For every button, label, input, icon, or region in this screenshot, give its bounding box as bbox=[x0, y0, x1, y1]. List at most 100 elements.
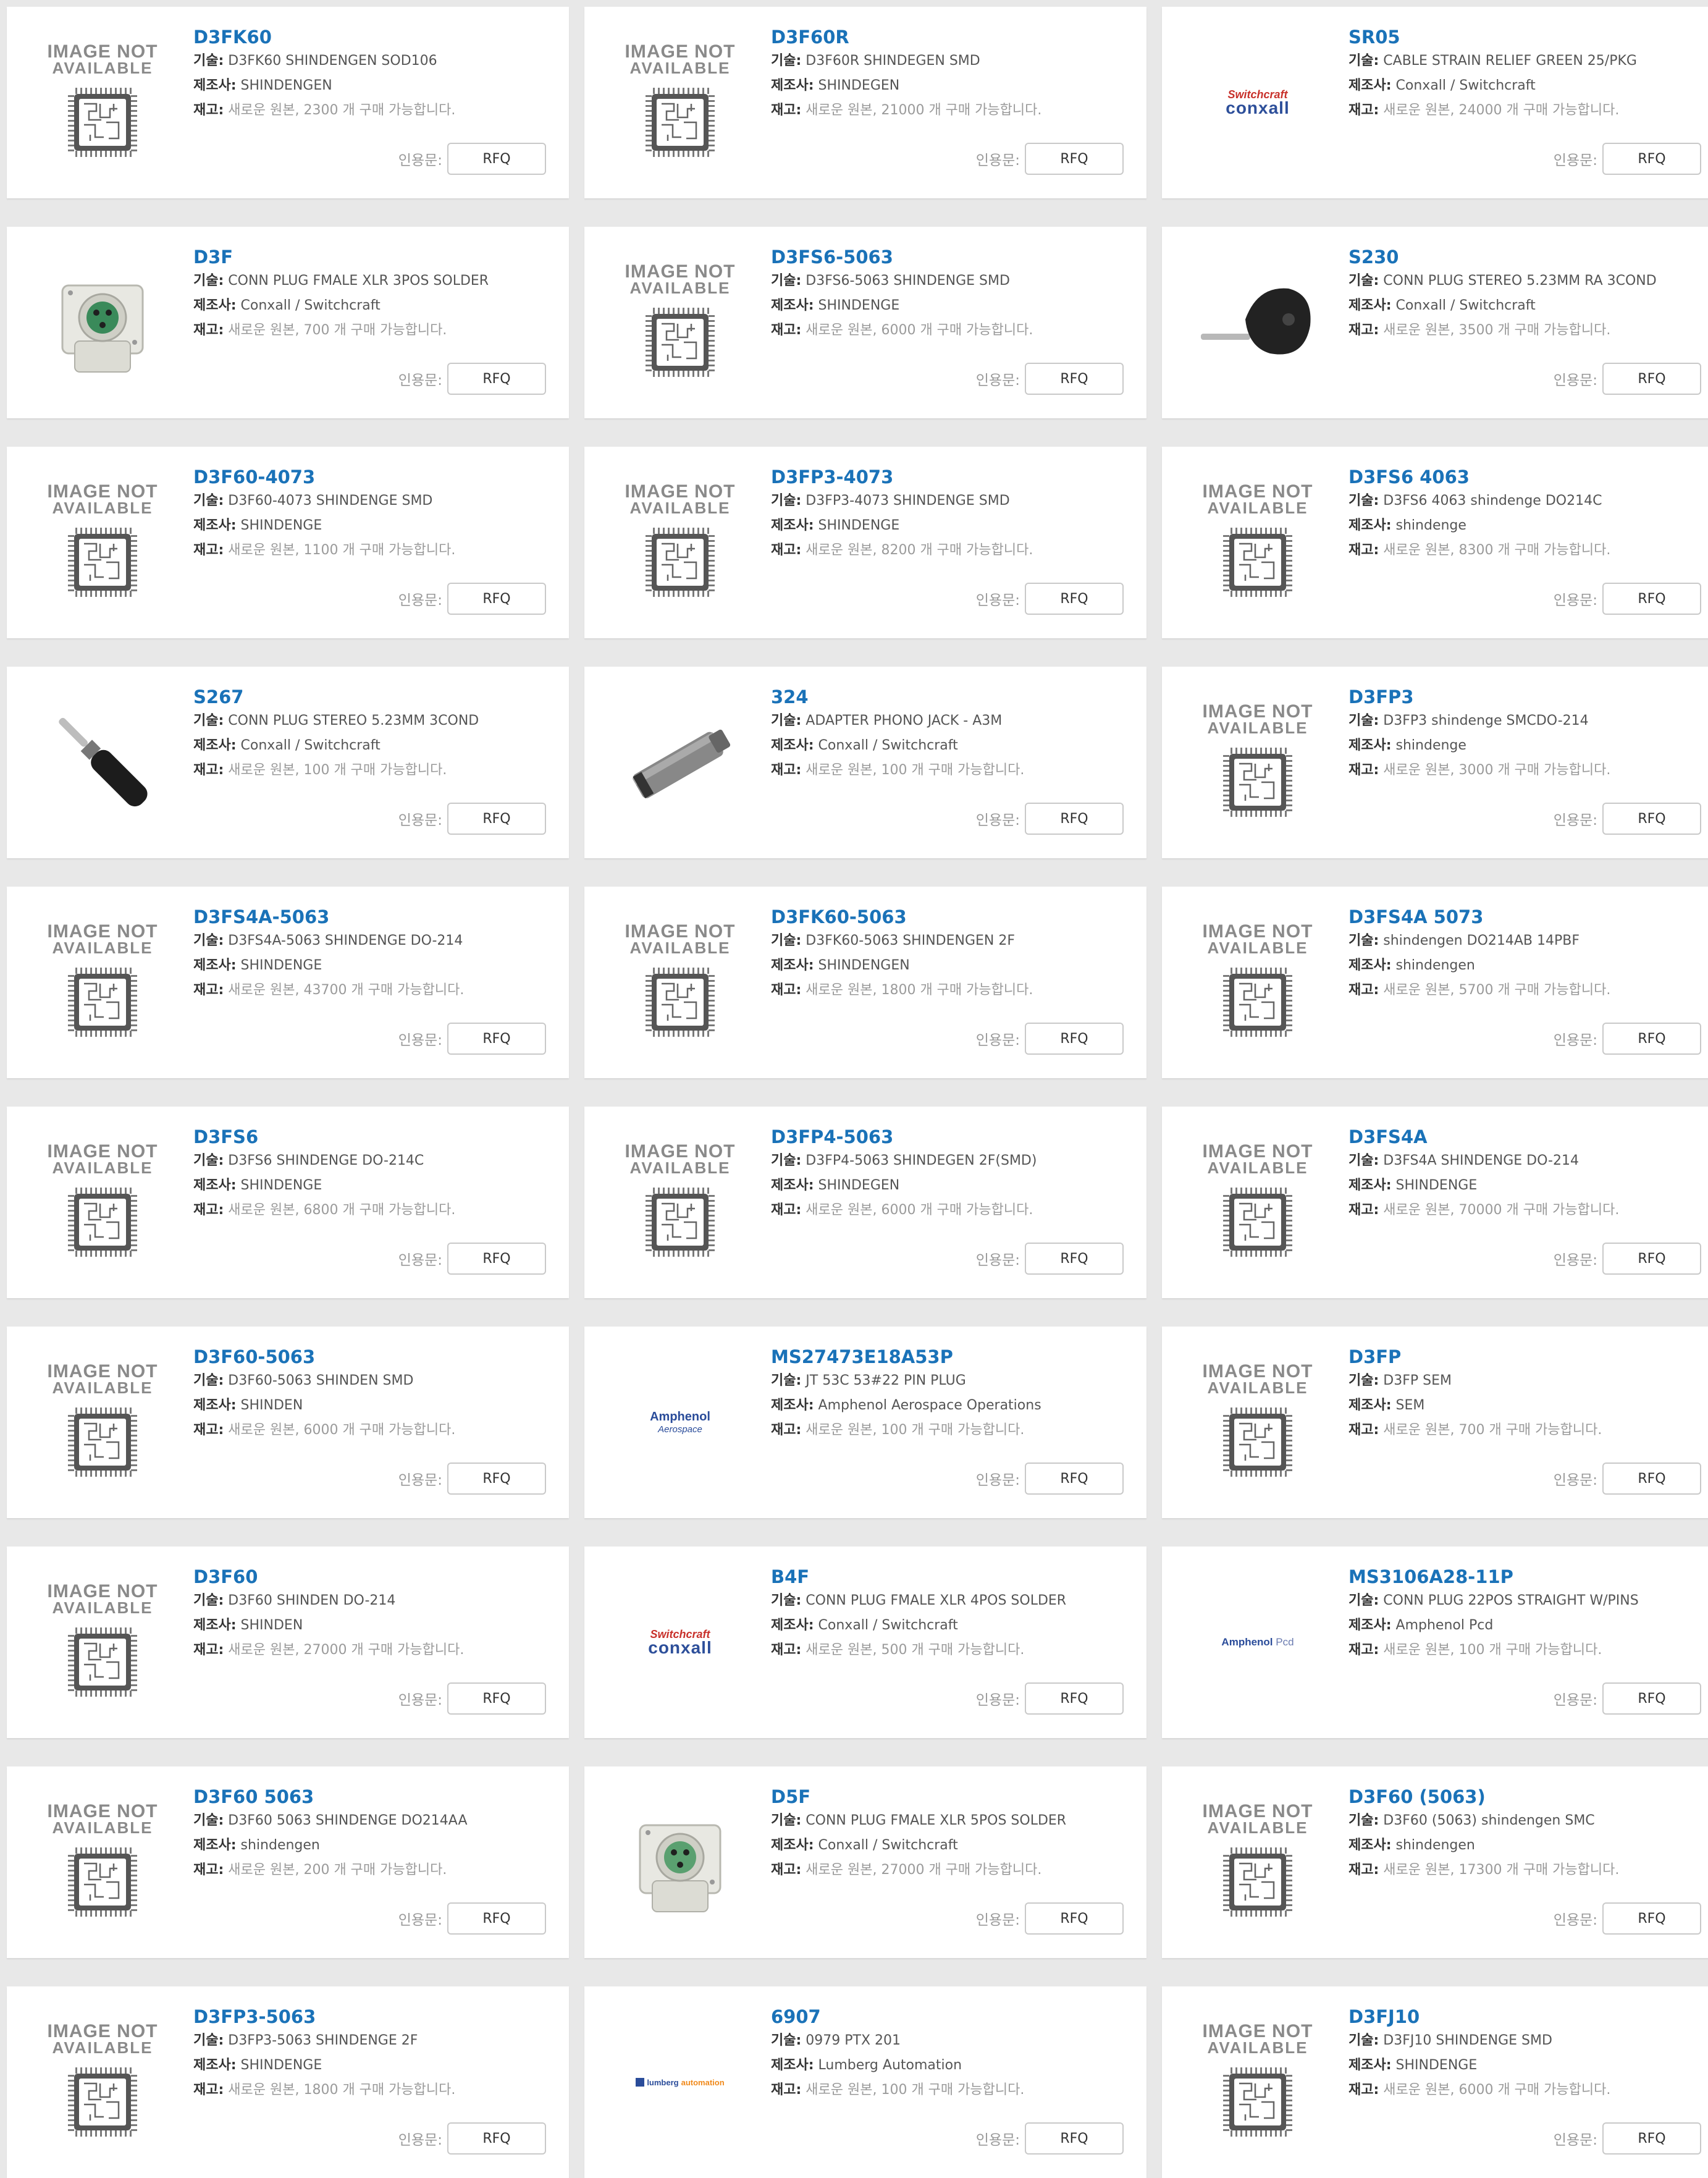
image-not-available[interactable]: IMAGE NOT AVAILABLE bbox=[32, 32, 174, 174]
product-name-link[interactable]: D3F60 (5063) bbox=[1348, 1785, 1706, 1809]
product-image[interactable] bbox=[609, 1791, 751, 1933]
description-value: D3FP3-4073 SHINDENGE SMD bbox=[806, 493, 1010, 509]
image-not-available[interactable]: IMAGE NOT AVAILABLE bbox=[1187, 1131, 1329, 1273]
product-name-link[interactable]: D3F60-5063 bbox=[193, 1345, 550, 1369]
product-name-link[interactable]: SR05 bbox=[1348, 25, 1706, 49]
rfq-button[interactable]: RFQ bbox=[447, 363, 546, 395]
product-name-link[interactable]: 6907 bbox=[771, 2005, 1128, 2028]
image-not-available[interactable]: IMAGE NOT AVAILABLE bbox=[1187, 471, 1329, 614]
product-info: MS3106A28-11P 기술: CONN PLUG 22POS STRAIG… bbox=[1348, 1565, 1706, 1663]
image-not-available[interactable]: IMAGE NOT AVAILABLE bbox=[609, 1131, 751, 1273]
product-name-link[interactable]: S267 bbox=[193, 685, 550, 709]
rfq-button[interactable]: RFQ bbox=[447, 583, 546, 615]
rfq-button[interactable]: RFQ bbox=[1602, 1023, 1701, 1055]
product-image[interactable] bbox=[32, 251, 174, 394]
quote-label: 인용문: bbox=[1553, 813, 1597, 829]
rfq-button[interactable]: RFQ bbox=[1602, 803, 1701, 835]
rfq-button[interactable]: RFQ bbox=[447, 2122, 546, 2155]
image-not-available-placeholder: IMAGE NOT AVAILABLE bbox=[41, 1142, 164, 1262]
stock-value: 새로운 원본, 17300 개 구매 가능합니다. bbox=[1383, 1862, 1620, 1878]
image-not-available[interactable]: IMAGE NOT AVAILABLE bbox=[1187, 1791, 1329, 1933]
manufacturer-value: Conxall / Switchcraft bbox=[1395, 298, 1536, 313]
image-not-available[interactable]: IMAGE NOT AVAILABLE bbox=[609, 471, 751, 614]
product-name-link[interactable]: D3FS4A-5063 bbox=[193, 905, 550, 929]
product-name-link[interactable]: 324 bbox=[771, 685, 1128, 709]
product-name-link[interactable]: D3FP4-5063 bbox=[771, 1125, 1128, 1149]
product-image[interactable]: lumberg automation bbox=[609, 2011, 751, 2153]
product-name-link[interactable]: D3FS4A 5073 bbox=[1348, 905, 1706, 929]
image-not-available[interactable]: IMAGE NOT AVAILABLE bbox=[1187, 691, 1329, 834]
rfq-button[interactable]: RFQ bbox=[1602, 1463, 1701, 1495]
product-name-link[interactable]: D3FP3-5063 bbox=[193, 2005, 550, 2028]
product-name-link[interactable]: D3FP3-4073 bbox=[771, 465, 1128, 489]
image-not-available[interactable]: IMAGE NOT AVAILABLE bbox=[32, 1571, 174, 1713]
image-not-available[interactable]: IMAGE NOT AVAILABLE bbox=[32, 471, 174, 614]
image-not-available[interactable]: IMAGE NOT AVAILABLE bbox=[32, 1351, 174, 1493]
rfq-button[interactable]: RFQ bbox=[1602, 363, 1701, 395]
product-name-link[interactable]: MS3106A28-11P bbox=[1348, 1565, 1706, 1589]
product-name-link[interactable]: B4F bbox=[771, 1565, 1128, 1589]
product-name-link[interactable]: D3FJ10 bbox=[1348, 2005, 1706, 2028]
product-name-link[interactable]: D3F60 bbox=[193, 1565, 550, 1589]
product-image[interactable] bbox=[1187, 251, 1329, 394]
rfq-button[interactable]: RFQ bbox=[447, 1463, 546, 1495]
product-image[interactable]: Switchcraft conxall bbox=[1187, 32, 1329, 174]
image-not-available[interactable]: IMAGE NOT AVAILABLE bbox=[32, 1791, 174, 1933]
product-name-link[interactable]: D3F60 5063 bbox=[193, 1785, 550, 1809]
product-image[interactable]: Amphenol Pcd bbox=[1187, 1571, 1329, 1713]
product-name-link[interactable]: D5F bbox=[771, 1785, 1128, 1809]
rfq-button[interactable]: RFQ bbox=[1025, 583, 1124, 615]
product-name-link[interactable]: D3F60R bbox=[771, 25, 1128, 49]
image-not-available[interactable]: IMAGE NOT AVAILABLE bbox=[1187, 2011, 1329, 2153]
na-line2: AVAILABLE bbox=[1207, 499, 1308, 517]
rfq-button[interactable]: RFQ bbox=[1025, 1023, 1124, 1055]
rfq-button[interactable]: RFQ bbox=[1025, 2122, 1124, 2155]
product-name-link[interactable]: D3F60-4073 bbox=[193, 465, 550, 489]
rfq-button[interactable]: RFQ bbox=[1602, 583, 1701, 615]
product-image[interactable] bbox=[609, 691, 751, 834]
rfq-button[interactable]: RFQ bbox=[1602, 1243, 1701, 1275]
image-not-available[interactable]: IMAGE NOT AVAILABLE bbox=[609, 251, 751, 394]
rfq-button[interactable]: RFQ bbox=[1025, 1682, 1124, 1715]
rfq-button[interactable]: RFQ bbox=[1025, 1463, 1124, 1495]
description-label: 기술: bbox=[193, 1373, 224, 1388]
product-image[interactable]: Switchcraft conxall bbox=[609, 1571, 751, 1713]
product-name-link[interactable]: D3F bbox=[193, 245, 550, 269]
image-not-available[interactable]: IMAGE NOT AVAILABLE bbox=[32, 911, 174, 1053]
rfq-button[interactable]: RFQ bbox=[1602, 1682, 1701, 1715]
product-image[interactable]: Amphenol Aerospace bbox=[609, 1351, 751, 1493]
rfq-button[interactable]: RFQ bbox=[447, 143, 546, 175]
product-name-link[interactable]: MS27473E18A53P bbox=[771, 1345, 1128, 1369]
rfq-button[interactable]: RFQ bbox=[447, 1682, 546, 1715]
rfq-button[interactable]: RFQ bbox=[447, 1243, 546, 1275]
product-card: IMAGE NOT AVAILABLE D3FP 기술: D3FP SEM 제조… bbox=[1162, 1327, 1708, 1518]
image-not-available[interactable]: IMAGE NOT AVAILABLE bbox=[32, 1131, 174, 1273]
product-name-link[interactable]: D3FK60 bbox=[193, 25, 550, 49]
rfq-button[interactable]: RFQ bbox=[447, 803, 546, 835]
product-name-link[interactable]: D3FP bbox=[1348, 1345, 1706, 1369]
rfq-button[interactable]: RFQ bbox=[1025, 1902, 1124, 1935]
product-name-link[interactable]: S230 bbox=[1348, 245, 1706, 269]
image-not-available[interactable]: IMAGE NOT AVAILABLE bbox=[32, 2011, 174, 2153]
product-stock: 재고: 새로운 원본, 1100 개 구매 가능합니다. bbox=[193, 538, 550, 563]
rfq-button[interactable]: RFQ bbox=[447, 1902, 546, 1935]
product-name-link[interactable]: D3FS6 bbox=[193, 1125, 550, 1149]
rfq-button[interactable]: RFQ bbox=[1602, 2122, 1701, 2155]
rfq-button[interactable]: RFQ bbox=[1602, 143, 1701, 175]
product-name-link[interactable]: D3FS6 4063 bbox=[1348, 465, 1706, 489]
rfq-button[interactable]: RFQ bbox=[1602, 1902, 1701, 1935]
product-image[interactable] bbox=[32, 691, 174, 834]
image-not-available[interactable]: IMAGE NOT AVAILABLE bbox=[1187, 1351, 1329, 1493]
rfq-button[interactable]: RFQ bbox=[1025, 1243, 1124, 1275]
rfq-button[interactable]: RFQ bbox=[447, 1023, 546, 1055]
rfq-button[interactable]: RFQ bbox=[1025, 803, 1124, 835]
product-name-link[interactable]: D3FK60-5063 bbox=[771, 905, 1128, 929]
product-name-link[interactable]: D3FS6-5063 bbox=[771, 245, 1128, 269]
image-not-available[interactable]: IMAGE NOT AVAILABLE bbox=[609, 911, 751, 1053]
image-not-available[interactable]: IMAGE NOT AVAILABLE bbox=[1187, 911, 1329, 1053]
product-name-link[interactable]: D3FS4A bbox=[1348, 1125, 1706, 1149]
image-not-available[interactable]: IMAGE NOT AVAILABLE bbox=[609, 32, 751, 174]
rfq-button[interactable]: RFQ bbox=[1025, 143, 1124, 175]
rfq-button[interactable]: RFQ bbox=[1025, 363, 1124, 395]
product-name-link[interactable]: D3FP3 bbox=[1348, 685, 1706, 709]
